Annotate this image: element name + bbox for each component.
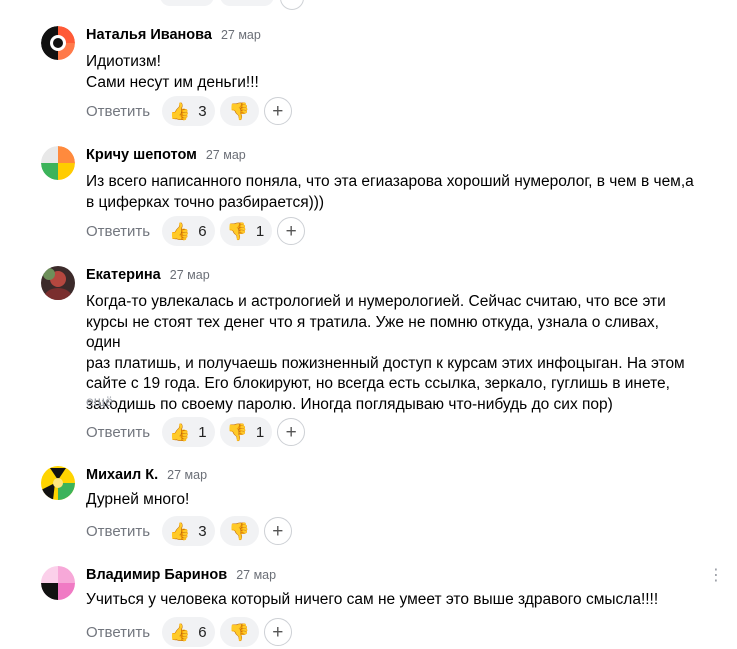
thumbs-up-icon: 👍 bbox=[169, 422, 191, 442]
comment-date: 27 мар bbox=[169, 268, 210, 282]
dislike-button[interactable]: 👎 bbox=[219, 96, 259, 126]
dislike-button[interactable]: 👎 bbox=[219, 516, 259, 546]
add-reaction-button[interactable]: + bbox=[263, 517, 292, 545]
like-button[interactable]: 👍 6 bbox=[162, 617, 215, 647]
comment-actions: Ответить 👍 3 👎 + bbox=[86, 96, 292, 126]
comment-actions: Ответить 👍 6 👎 1 + bbox=[86, 216, 306, 246]
like-button[interactable]: 👍 3 bbox=[162, 516, 215, 546]
thumbs-down-icon: 👎 bbox=[228, 622, 250, 642]
avatar[interactable] bbox=[41, 466, 75, 500]
dislike-count: 1 bbox=[255, 423, 265, 441]
show-more-link[interactable]: ещё bbox=[86, 393, 113, 409]
reply-button[interactable]: Ответить bbox=[86, 523, 150, 540]
thumbs-up-icon: 👍 bbox=[169, 221, 191, 241]
dislike-button[interactable]: 👎 1 bbox=[219, 216, 273, 246]
more-options-icon[interactable]: ⋮ bbox=[708, 568, 724, 584]
previous-add-reaction-button[interactable] bbox=[280, 0, 304, 10]
author-name[interactable]: Михаил К. bbox=[86, 467, 158, 483]
avatar[interactable] bbox=[41, 26, 75, 60]
reply-button[interactable]: Ответить bbox=[86, 624, 150, 641]
add-reaction-button[interactable]: + bbox=[263, 97, 292, 125]
like-button[interactable]: 👍 1 bbox=[162, 417, 215, 447]
thumbs-down-icon: 👎 bbox=[226, 221, 248, 241]
thumbs-up-icon: 👍 bbox=[169, 521, 191, 541]
like-count: 3 bbox=[198, 102, 207, 120]
like-button[interactable]: 👍 3 bbox=[162, 96, 215, 126]
comment-date: 27 мар bbox=[236, 568, 277, 582]
add-reaction-button[interactable]: + bbox=[277, 217, 306, 245]
dislike-button[interactable]: 👎 1 bbox=[219, 417, 273, 447]
comment-text: Из всего написанного поняла, что эта еги… bbox=[86, 173, 694, 211]
avatar[interactable] bbox=[41, 566, 75, 600]
previous-like-button[interactable] bbox=[160, 0, 214, 6]
author-name[interactable]: Кричу шепотом bbox=[86, 147, 197, 163]
like-count: 6 bbox=[198, 623, 207, 641]
dislike-button[interactable]: 👎 bbox=[219, 617, 259, 647]
like-count: 6 bbox=[198, 222, 207, 240]
comment-actions: Ответить 👍 1 👎 1 + bbox=[86, 417, 306, 447]
like-count: 1 bbox=[198, 423, 207, 441]
comment-date: 27 мар bbox=[167, 468, 208, 482]
author-name[interactable]: Владимир Баринов bbox=[86, 567, 227, 583]
author-name[interactable]: Наталья Иванова bbox=[86, 27, 212, 43]
like-button[interactable]: 👍 6 bbox=[162, 216, 215, 246]
comment-actions: Ответить 👍 6 👎 + bbox=[86, 617, 292, 647]
reply-button[interactable]: Ответить bbox=[86, 223, 150, 240]
thumbs-down-icon: 👎 bbox=[228, 521, 250, 541]
comment-text: Учиться у человека который ничего сам не… bbox=[86, 591, 659, 608]
avatar[interactable] bbox=[41, 266, 75, 300]
comment-actions: Ответить 👍 3 👎 + bbox=[86, 516, 292, 546]
dislike-count: 1 bbox=[255, 222, 265, 240]
comment-text: Дурней много! bbox=[86, 491, 190, 508]
author-name[interactable]: Екатерина bbox=[86, 267, 161, 283]
thumbs-up-icon: 👍 bbox=[169, 622, 191, 642]
thumbs-down-icon: 👎 bbox=[228, 101, 250, 121]
reply-button[interactable]: Ответить bbox=[86, 424, 150, 441]
avatar[interactable] bbox=[41, 146, 75, 180]
previous-dislike-button[interactable] bbox=[220, 0, 274, 6]
previous-comment-actions bbox=[160, 0, 304, 10]
like-count: 3 bbox=[198, 522, 207, 540]
comment-date: 27 мар bbox=[205, 148, 246, 162]
thumbs-down-icon: 👎 bbox=[226, 422, 248, 442]
comment-text: Идиотизм! Сами несут им деньги!!! bbox=[86, 53, 259, 91]
add-reaction-button[interactable]: + bbox=[263, 618, 292, 646]
comment-text: Когда-то увлекалась и астрологией и нуме… bbox=[86, 293, 685, 413]
comment-date: 27 мар bbox=[220, 28, 261, 42]
reply-button[interactable]: Ответить bbox=[86, 103, 150, 120]
add-reaction-button[interactable]: + bbox=[277, 418, 306, 446]
thumbs-up-icon: 👍 bbox=[169, 101, 191, 121]
